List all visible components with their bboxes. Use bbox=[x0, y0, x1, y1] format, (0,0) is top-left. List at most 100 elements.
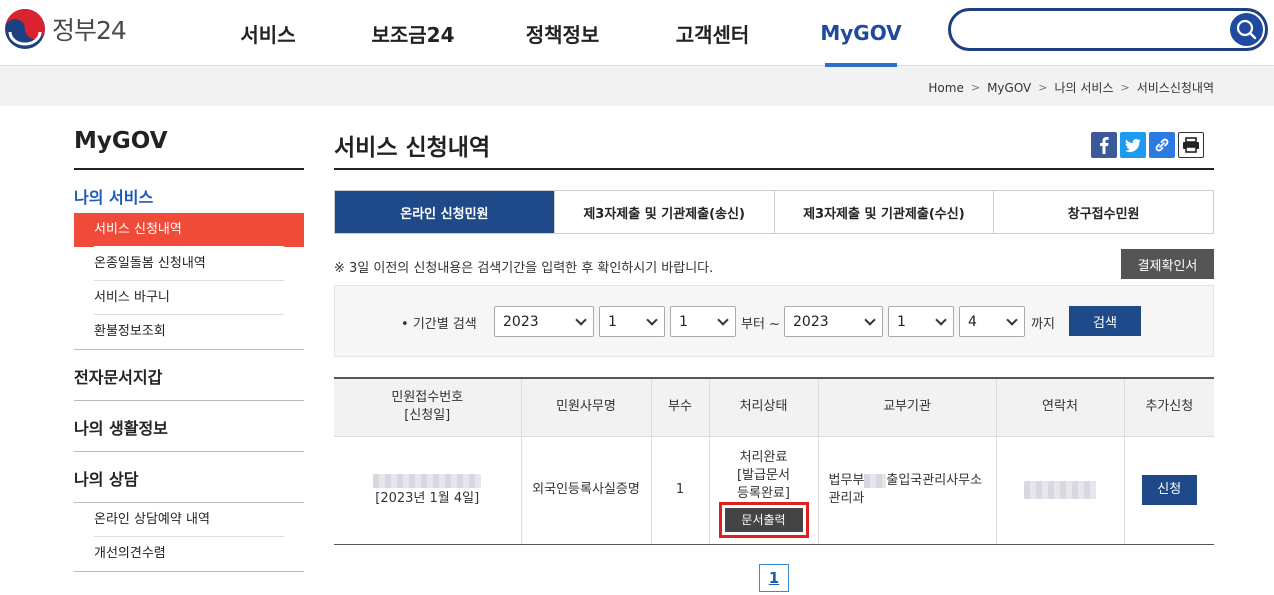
period-search-label-text: 기간별 검색 bbox=[412, 317, 477, 332]
nav-item-mygov[interactable]: MyGOV bbox=[820, 0, 902, 67]
from-day-select[interactable]: 1 bbox=[670, 306, 736, 337]
page-title: 서비스 신청내역 bbox=[334, 135, 491, 161]
from-year-select[interactable]: 2023 bbox=[494, 306, 594, 337]
period-search-panel: • 기간별 검색 2023 1 1 부터 ~ 2023 1 4 까지 검색 bbox=[334, 285, 1214, 357]
logo[interactable]: 정부24 bbox=[4, 8, 127, 50]
pagination-page-1[interactable]: 1 bbox=[759, 564, 789, 592]
site-header: 정부24 서비스 보조금24 정책정보 고객센터 MyGOV bbox=[0, 0, 1274, 67]
cell-contact bbox=[995, 436, 1124, 545]
sidebar-item-basket[interactable]: 서비스 바구니 bbox=[74, 281, 304, 315]
column-header-agency: 교부기관 bbox=[817, 378, 996, 437]
tab-counter-application[interactable]: 창구접수민원 bbox=[993, 191, 1213, 233]
print-icon[interactable] bbox=[1178, 132, 1204, 158]
sidebar-submenu: 온라인 상담예약 내역 개선의견수렴 bbox=[74, 502, 304, 571]
to-day-select[interactable]: 4 bbox=[959, 306, 1025, 337]
chevron-right-icon: > bbox=[1120, 81, 1130, 94]
to-year-value: 2023 bbox=[793, 313, 829, 330]
logo-text: 정부24 bbox=[52, 16, 127, 45]
chevron-right-icon: > bbox=[970, 81, 981, 94]
from-day-value: 1 bbox=[679, 313, 688, 330]
facebook-icon[interactable] bbox=[1091, 132, 1117, 158]
column-header-additional: 추가신청 bbox=[1123, 378, 1214, 437]
to-year-select[interactable]: 2023 bbox=[784, 306, 883, 337]
sidebar-group-life-info: 나의 생활정보 bbox=[74, 401, 304, 452]
sidebar-group-consult: 나의 상담 온라인 상담예약 내역 개선의견수렴 bbox=[74, 452, 304, 572]
from-month-select[interactable]: 1 bbox=[599, 306, 665, 337]
payment-receipt-button[interactable]: 결제확인서 bbox=[1121, 249, 1214, 279]
redacted-contact bbox=[1024, 480, 1096, 499]
column-header-contact: 연락처 bbox=[995, 378, 1124, 437]
chevron-down-icon bbox=[1006, 314, 1018, 326]
link-icon[interactable] bbox=[1149, 132, 1175, 158]
search-box bbox=[948, 8, 1268, 51]
breadcrumb-home[interactable]: Home bbox=[928, 81, 963, 95]
status-detail-text: 등록완료] bbox=[737, 485, 790, 501]
search-button[interactable] bbox=[1230, 13, 1263, 46]
breadcrumb-bar: Home > MyGOV > 나의 서비스 > 서비스신청내역 bbox=[0, 67, 1274, 106]
sidebar-group-e-wallet: 전자문서지갑 bbox=[74, 350, 304, 401]
chevron-right-icon: > bbox=[1038, 81, 1048, 94]
column-header-service: 민원사무명 bbox=[520, 378, 651, 437]
chevron-down-icon bbox=[717, 314, 729, 326]
main-nav: 서비스 보조금24 정책정보 고객센터 MyGOV bbox=[205, 0, 902, 67]
sidebar-group-title[interactable]: 나의 생활정보 bbox=[74, 401, 304, 451]
from-suffix: 부터 ~ bbox=[741, 317, 780, 332]
sidebar-submenu: 서비스 신청내역 온종일돌봄 신청내역 서비스 바구니 환불정보조회 bbox=[74, 213, 304, 349]
application-table: 민원접수번호 [신청일] 민원사무명 부수 처리상태 교부기관 연락처 추가신청 … bbox=[334, 377, 1214, 545]
search-input[interactable] bbox=[965, 19, 1225, 41]
sidebar-item-consult-reservation[interactable]: 온라인 상담예약 내역 bbox=[74, 503, 304, 537]
table-header-row: 민원접수번호 [신청일] 민원사무명 부수 처리상태 교부기관 연락처 추가신청 bbox=[334, 378, 1214, 437]
status-text: 처리완료 bbox=[739, 449, 788, 465]
column-header-copies: 부수 bbox=[650, 378, 709, 437]
search-icon bbox=[1236, 19, 1257, 40]
breadcrumb-my-service[interactable]: 나의 서비스 bbox=[1054, 79, 1113, 96]
nav-item-subsidy[interactable]: 보조금24 bbox=[331, 0, 495, 66]
breadcrumb-current: 서비스신청내역 bbox=[1136, 81, 1214, 95]
sidebar-group-title[interactable]: 나의 서비스 bbox=[74, 170, 304, 213]
column-header-date-text: [신청일] bbox=[404, 408, 451, 424]
sidebar-item-refund[interactable]: 환불정보조회 bbox=[74, 315, 304, 349]
redacted-agency-part bbox=[864, 473, 887, 488]
cell-receipt-no: [2023년 1월 4일] bbox=[334, 436, 521, 545]
to-day-value: 4 bbox=[968, 313, 977, 330]
tab-third-party-sent[interactable]: 제3자제출 및 기관제출(송신) bbox=[553, 191, 774, 233]
agency-text: 출입국관리사무소 bbox=[886, 473, 983, 488]
tab-list: 온라인 신청민원 제3자제출 및 기관제출(송신) 제3자제출 및 기관제출(수… bbox=[334, 190, 1214, 234]
chevron-down-icon bbox=[575, 314, 587, 326]
sidebar-group-title[interactable]: 나의 상담 bbox=[74, 452, 304, 502]
nav-item-policy[interactable]: 정책정보 bbox=[495, 0, 630, 66]
tab-third-party-received[interactable]: 제3자제출 및 기관제출(수신) bbox=[773, 191, 994, 233]
apply-button[interactable]: 신청 bbox=[1141, 475, 1197, 505]
sidebar-item-application-history[interactable]: 서비스 신청내역 bbox=[74, 213, 304, 247]
column-header-receipt-no-text: 민원접수번호 bbox=[391, 390, 464, 406]
agency-text: 관리과 bbox=[828, 491, 865, 506]
to-month-select[interactable]: 1 bbox=[888, 306, 954, 337]
nav-item-customer[interactable]: 고객센터 bbox=[630, 0, 795, 66]
from-month-value: 1 bbox=[608, 313, 617, 330]
tab-online-application[interactable]: 온라인 신청민원 bbox=[335, 191, 554, 233]
breadcrumb: Home > MyGOV > 나의 서비스 > 서비스신청내역 bbox=[928, 79, 1214, 96]
status-detail-text: [발급문서 bbox=[737, 467, 790, 483]
twitter-icon[interactable] bbox=[1120, 132, 1146, 158]
sidebar-group-my-service: 나의 서비스 서비스 신청내역 온종일돌봄 신청내역 서비스 바구니 환불정보조… bbox=[74, 170, 304, 350]
table-row: [2023년 1월 4일] 외국인등록사실증명 1 처리완료 [발급문서 등록완… bbox=[334, 436, 1214, 545]
cell-agency: 법무부 출입국관리사무소 관리과 bbox=[817, 436, 996, 545]
chevron-down-icon bbox=[935, 314, 947, 326]
period-search-label: • 기간별 검색 bbox=[401, 317, 477, 332]
sidebar-title: MyGOV bbox=[74, 128, 304, 170]
application-date: [2023년 1월 4일] bbox=[375, 491, 480, 506]
redacted-receipt-number bbox=[373, 473, 482, 488]
chevron-down-icon bbox=[864, 314, 876, 326]
sidebar-group-title[interactable]: 전자문서지갑 bbox=[74, 350, 304, 400]
breadcrumb-mygov[interactable]: MyGOV bbox=[987, 81, 1031, 95]
sidebar: MyGOV 나의 서비스 서비스 신청내역 온종일돌봄 신청내역 서비스 바구니… bbox=[74, 128, 304, 572]
cell-service-name[interactable]: 외국인등록사실증명 bbox=[520, 436, 651, 545]
print-document-button[interactable]: 문서출력 bbox=[718, 501, 809, 538]
sidebar-item-allday-care[interactable]: 온종일돌봄 신청내역 bbox=[74, 247, 304, 281]
nav-item-service[interactable]: 서비스 bbox=[205, 0, 331, 66]
sidebar-item-feedback[interactable]: 개선의견수렴 bbox=[74, 537, 304, 571]
cell-copies: 1 bbox=[650, 436, 709, 545]
to-suffix: 까지 bbox=[1031, 317, 1055, 332]
search-submit-button[interactable]: 검색 bbox=[1069, 306, 1141, 336]
column-header-receipt-no: 민원접수번호 [신청일] bbox=[334, 378, 521, 437]
